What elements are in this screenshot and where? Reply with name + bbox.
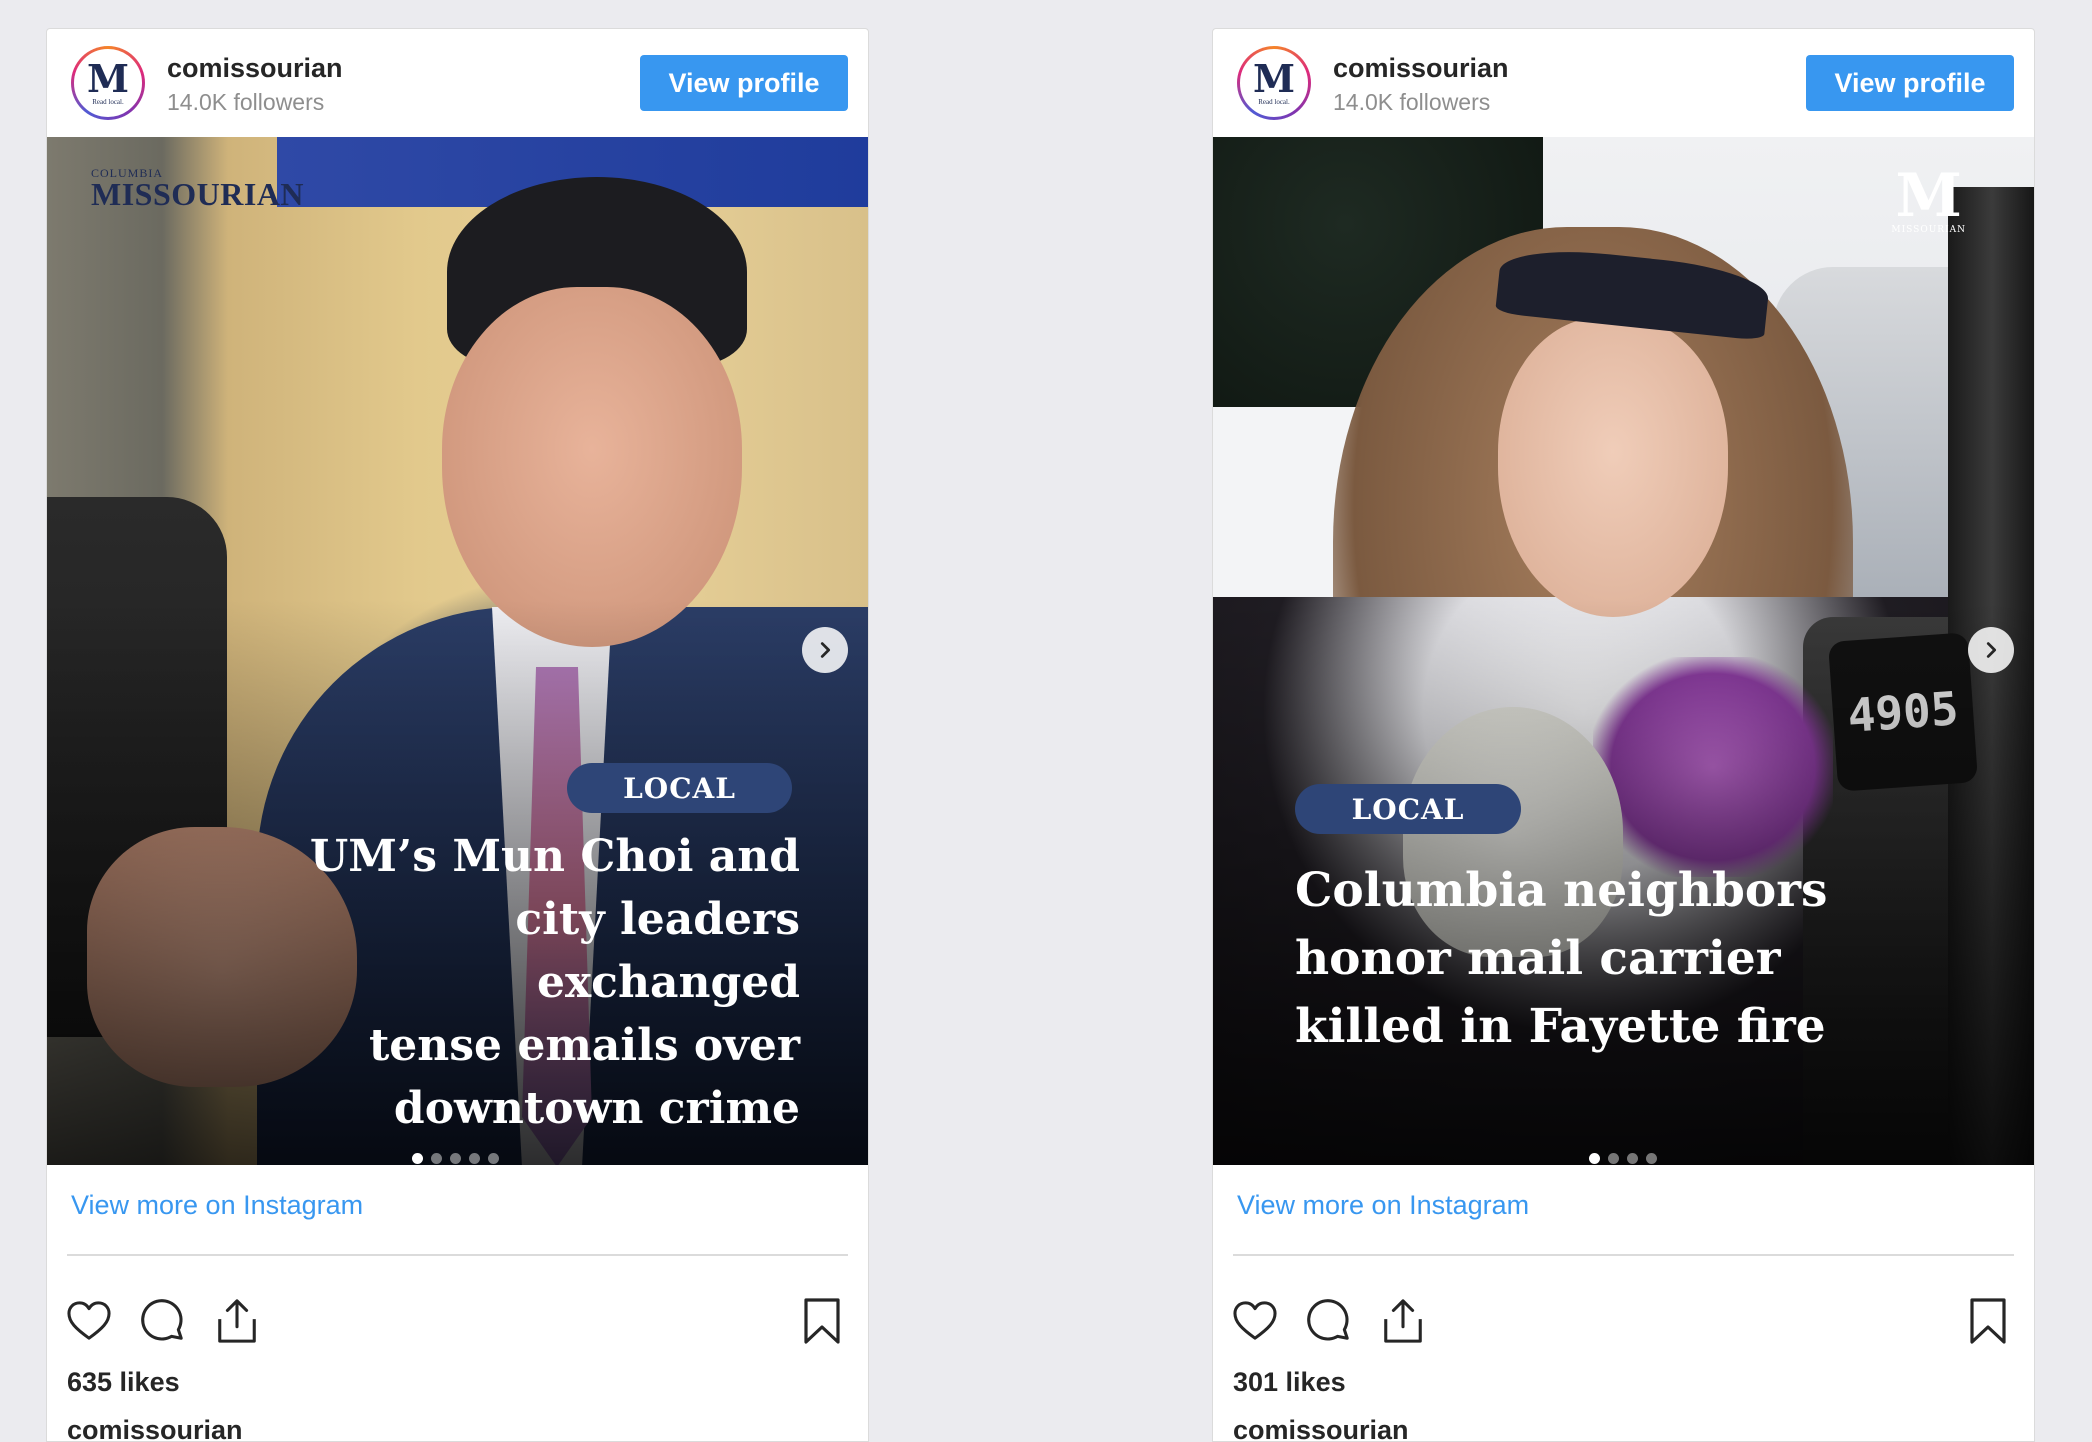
brand-logo-big: MISSOURIAN xyxy=(91,176,305,212)
action-bar xyxy=(1231,1297,1427,1345)
bookmark-icon xyxy=(1970,1298,2006,1344)
like-count: 635 likes xyxy=(67,1367,180,1397)
carousel-dot xyxy=(469,1153,480,1164)
brand-logo: COLUMBIA MISSOURIAN xyxy=(91,167,305,212)
card-header: M Read local. comissourian 14.0K followe… xyxy=(1213,29,2034,137)
account-username[interactable]: comissourian xyxy=(1333,53,1509,84)
save-button[interactable] xyxy=(798,1297,846,1345)
post-headline: UM’s Mun Choi and city leaders exchanged… xyxy=(240,825,800,1140)
category-tag: LOCAL xyxy=(567,763,792,813)
post-media[interactable]: 4905 M MISSOURIAN LOCAL Columbia neighbo… xyxy=(1213,137,2034,1165)
headline-line: downtown crime xyxy=(393,1083,800,1134)
follower-count: 14.0K followers xyxy=(1333,89,1491,115)
like-button[interactable] xyxy=(1231,1297,1279,1345)
comment-icon xyxy=(1307,1299,1349,1341)
avatar[interactable]: M Read local. xyxy=(1237,46,1311,120)
brand-logo-small: MISSOURIAN xyxy=(1891,225,1966,235)
view-more-link[interactable]: View more on Instagram xyxy=(1237,1190,1529,1221)
avatar-logo: M Read local. xyxy=(74,49,142,117)
card-header: M Read local. comissourian 14.0K followe… xyxy=(47,29,868,137)
caption-username[interactable]: comissourian xyxy=(1233,1415,1409,1441)
carousel-dot xyxy=(412,1153,423,1164)
bookmark-icon xyxy=(804,1298,840,1344)
headline-line: UM’s Mun Choi and xyxy=(309,831,800,882)
page: M Read local. comissourian 14.0K followe… xyxy=(0,0,2092,1442)
instagram-embed-card: M Read local. comissourian 14.0K followe… xyxy=(46,28,869,1442)
carousel-dot xyxy=(488,1153,499,1164)
heart-icon xyxy=(67,1301,111,1340)
headline-line: Columbia neighbors xyxy=(1295,863,1828,918)
share-button[interactable] xyxy=(213,1297,261,1345)
avatar[interactable]: M Read local. xyxy=(71,46,145,120)
post-headline: Columbia neighbors honor mail carrier ki… xyxy=(1295,857,1855,1061)
carousel-dot xyxy=(1608,1153,1619,1164)
category-tag: LOCAL xyxy=(1295,784,1521,834)
headline-line: honor mail carrier xyxy=(1295,931,1781,986)
chevron-right-icon xyxy=(820,642,831,658)
like-count: 301 likes xyxy=(1233,1367,1346,1397)
save-button[interactable] xyxy=(1964,1297,2012,1345)
carousel-dot xyxy=(450,1153,461,1164)
carousel-dots xyxy=(412,1153,499,1164)
divider xyxy=(67,1254,848,1256)
avatar-tagline: Read local. xyxy=(92,97,124,106)
share-button[interactable] xyxy=(1379,1297,1427,1345)
carousel-dot xyxy=(1589,1153,1600,1164)
post-media[interactable]: COLUMBIA MISSOURIAN LOCAL UM’s Mun Choi … xyxy=(47,137,868,1165)
heart-icon xyxy=(1233,1301,1277,1340)
share-icon xyxy=(1384,1299,1422,1343)
comment-button[interactable] xyxy=(1305,1297,1353,1345)
instagram-embed-card: M Read local. comissourian 14.0K followe… xyxy=(1212,28,2035,1442)
action-bar xyxy=(65,1297,261,1345)
headline-line: tense emails over xyxy=(368,1020,800,1071)
chevron-right-icon xyxy=(1986,642,1997,658)
brand-logo: M MISSOURIAN xyxy=(1891,161,1966,235)
headline-line: city leaders exchanged xyxy=(515,894,800,1008)
view-more-link[interactable]: View more on Instagram xyxy=(71,1190,363,1221)
caption-username[interactable]: comissourian xyxy=(67,1415,243,1441)
next-slide-button[interactable] xyxy=(802,627,848,673)
carousel-dot xyxy=(1646,1153,1657,1164)
headline-line: killed in Fayette fire xyxy=(1295,999,1826,1054)
divider xyxy=(1233,1254,2014,1256)
next-slide-button[interactable] xyxy=(1968,627,2014,673)
avatar-letter: M xyxy=(86,55,130,101)
avatar-tagline: Read local. xyxy=(1258,97,1290,106)
avatar-letter: M xyxy=(1252,55,1296,101)
brand-logo-big: M xyxy=(1895,161,1962,231)
view-profile-button[interactable]: View profile xyxy=(640,55,848,111)
carousel-dots xyxy=(1589,1153,1657,1164)
like-button[interactable] xyxy=(65,1297,113,1345)
share-icon xyxy=(218,1299,256,1343)
avatar-logo: M Read local. xyxy=(1240,49,1308,117)
account-username[interactable]: comissourian xyxy=(167,53,343,84)
follower-count: 14.0K followers xyxy=(167,89,325,115)
carousel-dot xyxy=(431,1153,442,1164)
view-profile-button[interactable]: View profile xyxy=(1806,55,2014,111)
comment-button[interactable] xyxy=(139,1297,187,1345)
carousel-dot xyxy=(1627,1153,1638,1164)
comment-icon xyxy=(141,1299,183,1341)
